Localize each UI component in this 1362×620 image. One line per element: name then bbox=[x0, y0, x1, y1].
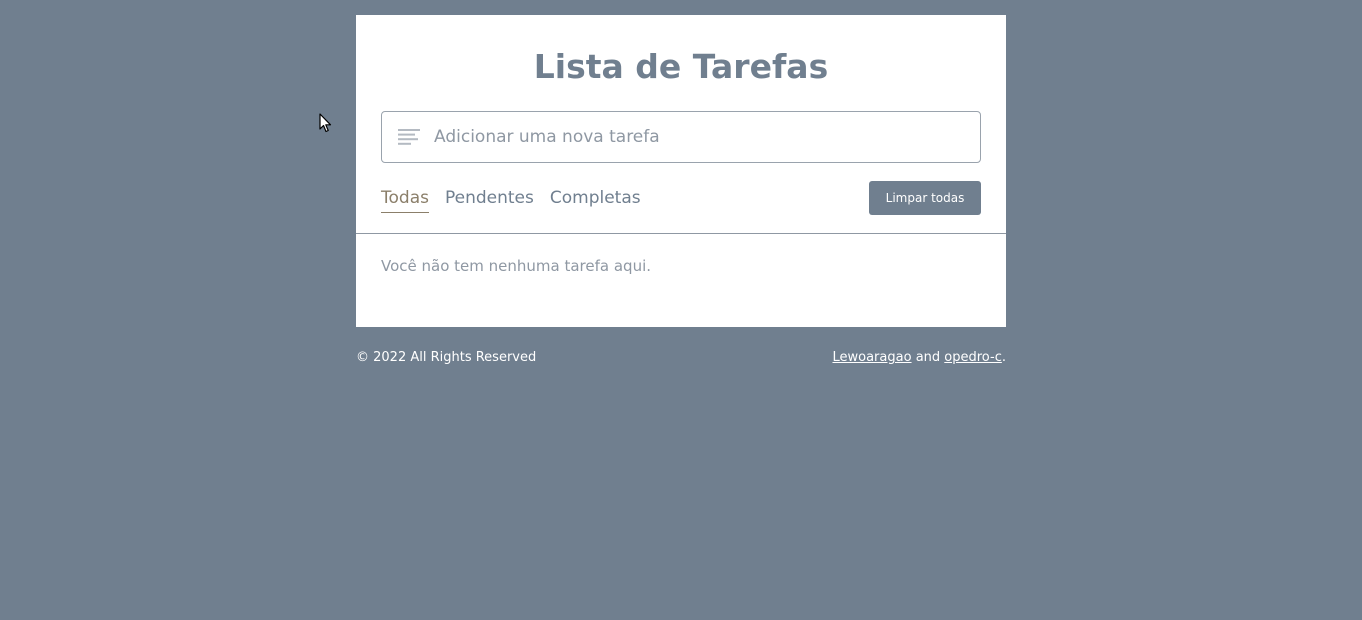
tab-completas[interactable]: Completas bbox=[550, 181, 641, 212]
align-left-icon bbox=[398, 129, 420, 145]
credits-period: . bbox=[1001, 350, 1006, 365]
task-input[interactable] bbox=[434, 117, 970, 157]
credits: Lewoaragao and opedro-c. bbox=[832, 347, 1006, 369]
mouse-cursor-icon bbox=[319, 113, 333, 133]
divider bbox=[356, 233, 1006, 234]
page-title: Lista de Tarefas bbox=[533, 47, 829, 86]
author-link-opedro-c[interactable]: opedro-c bbox=[944, 350, 1002, 365]
todo-card: Lista de Tarefas Todas Pendentes Complet… bbox=[356, 15, 1006, 327]
filter-tabs: Todas Pendentes Completas bbox=[381, 181, 641, 213]
copyright-text: © 2022 All Rights Reserved bbox=[356, 350, 537, 365]
tab-todas[interactable]: Todas bbox=[381, 181, 429, 213]
tab-pendentes[interactable]: Pendentes bbox=[445, 181, 534, 212]
clear-all-button[interactable]: Limpar todas bbox=[869, 181, 981, 215]
footer: © 2022 All Rights Reserved Lewoaragao an… bbox=[356, 347, 1006, 369]
task-input-wrapper[interactable] bbox=[381, 111, 981, 163]
filter-controls: Todas Pendentes Completas Limpar todas bbox=[381, 181, 981, 215]
author-link-lewoaragao[interactable]: Lewoaragao bbox=[832, 350, 911, 365]
credits-conjunction: and bbox=[915, 350, 941, 365]
empty-task-message: Você não tem nenhuma tarefa aqui. bbox=[381, 257, 652, 275]
